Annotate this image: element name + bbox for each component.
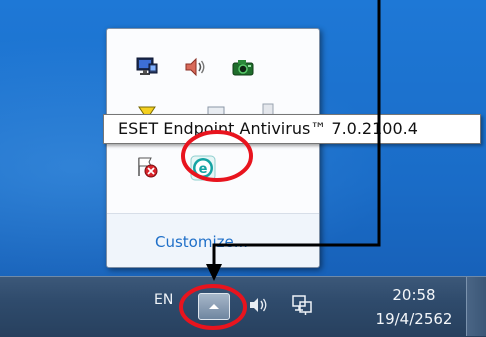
eset-tooltip: ESET Endpoint Antivirus™ 7.0.2100.4 <box>103 114 481 144</box>
eset-icon[interactable]: e <box>190 155 216 181</box>
speaker-icon[interactable] <box>183 55 207 79</box>
network-status-icon[interactable] <box>290 292 314 318</box>
svg-text:e: e <box>199 162 208 177</box>
language-indicator[interactable]: EN <box>154 292 173 308</box>
show-desktop-button[interactable] <box>466 277 486 336</box>
show-hidden-icons-button[interactable] <box>198 293 230 320</box>
chevron-up-icon <box>209 304 219 309</box>
volume-icon[interactable] <box>248 294 270 316</box>
clock-date[interactable]: 19/4/2562 <box>366 310 462 328</box>
notification-overflow-popup: e Customize... <box>106 28 320 268</box>
camera-icon[interactable] <box>231 55 255 79</box>
customize-link[interactable]: Customize... <box>155 233 248 251</box>
clock-time[interactable]: 20:58 <box>384 286 444 304</box>
tooltip-text: ESET Endpoint Antivirus™ 7.0.2100.4 <box>118 119 418 138</box>
network-icon[interactable] <box>135 55 159 79</box>
action-center-error-icon[interactable] <box>135 155 159 179</box>
